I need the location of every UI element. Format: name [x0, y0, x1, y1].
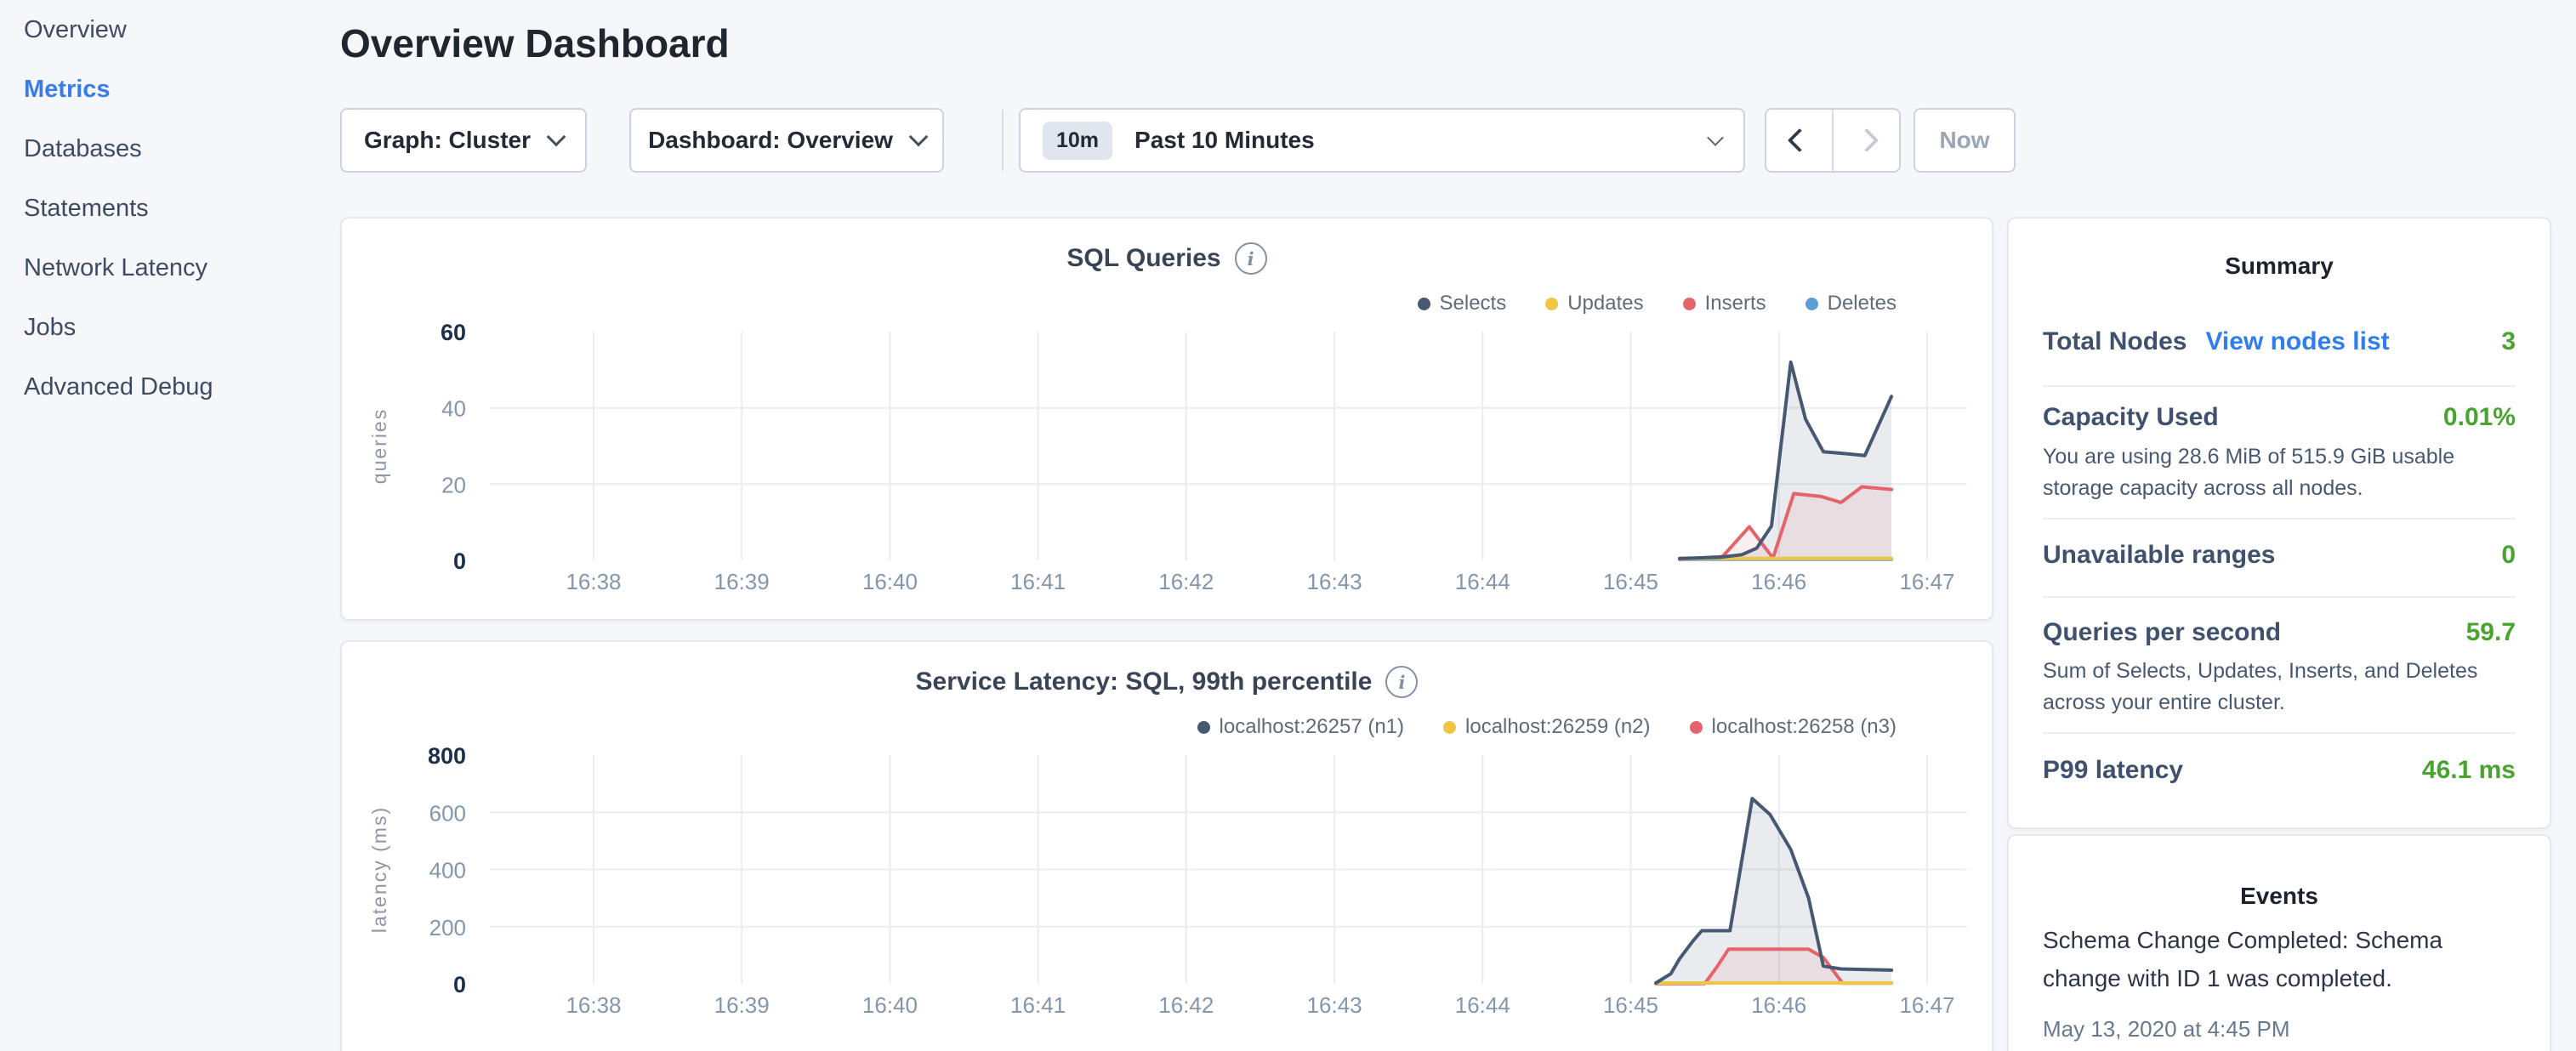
svg-text:16:41: 16:41 [1010, 569, 1066, 594]
svg-text:16:44: 16:44 [1455, 992, 1510, 1018]
summary-row-unavailable-ranges: Unavailable ranges 0 [2043, 541, 2516, 570]
svg-text:16:46: 16:46 [1751, 992, 1806, 1018]
summary-row-value: 0.01% [2443, 403, 2516, 432]
sql-queries-chart: 0 20 40 60 16:38 16:39 16:40 16:41 16:42 16:43 16:… [342, 219, 1995, 622]
chevron-left-icon [1787, 128, 1811, 152]
summary-row-label: Total Nodes [2043, 327, 2186, 356]
dashboard-dropdown-label: Dashboard: Overview [648, 127, 893, 154]
svg-text:16:38: 16:38 [566, 569, 621, 594]
svg-text:16:45: 16:45 [1603, 569, 1658, 594]
svg-text:latency (ms): latency (ms) [368, 806, 390, 933]
summary-row-description: Sum of Selects, Updates, Inserts, and De… [2043, 656, 2521, 719]
summary-row-label: Queries per second [2043, 618, 2281, 647]
sidebar-item-metrics[interactable]: Metrics [0, 60, 340, 119]
svg-text:16:42: 16:42 [1158, 569, 1214, 594]
chevron-down-icon [1707, 129, 1724, 146]
sidebar-item-statements[interactable]: Statements [0, 179, 340, 238]
time-window-badge: 10m [1043, 122, 1112, 160]
graph-dropdown[interactable]: Graph: Cluster [340, 108, 587, 173]
page-title: Overview Dashboard [340, 20, 730, 66]
dashboard-dropdown[interactable]: Dashboard: Overview [629, 108, 944, 173]
sidebar-item-databases[interactable]: Databases [0, 119, 340, 179]
svg-text:600: 600 [429, 800, 466, 826]
sidebar: Overview Metrics Databases Statements Ne… [0, 0, 340, 417]
summary-row-p99-latency: P99 latency 46.1 ms [2043, 756, 2516, 785]
summary-row-label: Capacity Used [2043, 403, 2219, 432]
summary-title: Summary [2009, 253, 2550, 280]
svg-text:16:44: 16:44 [1455, 569, 1510, 594]
svg-text:16:39: 16:39 [714, 992, 770, 1018]
svg-text:60: 60 [441, 320, 466, 345]
summary-row-label: Unavailable ranges [2043, 541, 2275, 570]
divider [2043, 518, 2516, 520]
svg-text:16:43: 16:43 [1307, 992, 1362, 1018]
events-panel: Events Schema Change Completed: Schema c… [2007, 834, 2551, 1051]
svg-text:800: 800 [428, 743, 466, 769]
svg-text:16:40: 16:40 [862, 569, 918, 594]
summary-row-description: You are using 28.6 MiB of 515.9 GiB usab… [2043, 441, 2521, 504]
summary-row-value: 0 [2501, 541, 2516, 570]
summary-row-label: P99 latency [2043, 756, 2183, 785]
service-latency-chart: 0 200 400 600 800 16:38 16:39 16:40 16:41 16:42 16… [342, 642, 1995, 1046]
svg-text:16:43: 16:43 [1307, 569, 1362, 594]
svg-text:16:46: 16:46 [1751, 569, 1806, 594]
divider [2043, 732, 2516, 734]
view-nodes-list-link[interactable]: View nodes list [2205, 327, 2389, 356]
chevron-down-icon [909, 128, 929, 147]
divider [2043, 385, 2516, 387]
svg-text:0: 0 [453, 972, 466, 997]
chevron-down-icon [547, 128, 566, 147]
chevron-right-icon [1854, 128, 1878, 152]
svg-text:16:41: 16:41 [1010, 992, 1066, 1018]
svg-text:16:47: 16:47 [1899, 569, 1954, 594]
summary-row-queries-per-second: Queries per second 59.7 [2043, 618, 2516, 647]
time-window-selector[interactable]: 10m Past 10 Minutes [1019, 108, 1745, 173]
svg-text:200: 200 [429, 915, 466, 940]
summary-panel: Summary Total Nodes View nodes list 3 Ca… [2007, 217, 2551, 829]
svg-text:0: 0 [453, 548, 466, 574]
svg-text:16:42: 16:42 [1158, 992, 1214, 1018]
sidebar-item-jobs[interactable]: Jobs [0, 298, 340, 357]
toolbar-divider [1002, 110, 1004, 171]
service-latency-chart-card: Service Latency: SQL, 99th percentile i … [340, 640, 1993, 1051]
overview-dashboard-page: Overview Metrics Databases Statements Ne… [0, 0, 2576, 1051]
sidebar-item-network-latency[interactable]: Network Latency [0, 238, 340, 298]
svg-text:20: 20 [441, 472, 466, 497]
svg-text:16:47: 16:47 [1899, 992, 1954, 1018]
time-nav-group [1765, 108, 1901, 173]
svg-text:16:38: 16:38 [566, 992, 621, 1018]
svg-text:400: 400 [429, 858, 466, 883]
sql-queries-chart-card: SQL Queries i SelectsUpdatesInsertsDelet… [340, 217, 1993, 621]
time-next-button[interactable] [1832, 110, 1899, 171]
svg-text:16:39: 16:39 [714, 569, 770, 594]
graph-dropdown-label: Graph: Cluster [364, 127, 531, 154]
now-button[interactable]: Now [1914, 108, 2016, 173]
events-title: Events [2009, 883, 2550, 910]
time-window-label: Past 10 Minutes [1134, 127, 1315, 154]
svg-text:16:45: 16:45 [1603, 992, 1658, 1018]
svg-text:queries: queries [368, 408, 390, 484]
summary-row-total-nodes: Total Nodes View nodes list 3 [2043, 327, 2516, 356]
divider [2043, 596, 2516, 598]
svg-text:40: 40 [441, 396, 466, 422]
summary-row-value: 46.1 ms [2422, 756, 2516, 785]
sidebar-item-advanced-debug[interactable]: Advanced Debug [0, 357, 340, 417]
summary-row-value: 3 [2501, 327, 2516, 356]
sidebar-item-overview[interactable]: Overview [0, 0, 340, 60]
event-timestamp: May 13, 2020 at 4:45 PM [2043, 1016, 2290, 1042]
summary-row-capacity-used: Capacity Used 0.01% [2043, 403, 2516, 432]
event-message[interactable]: Schema Change Completed: Schema change w… [2043, 921, 2451, 997]
time-prev-button[interactable] [1766, 110, 1832, 171]
summary-row-value: 59.7 [2466, 618, 2516, 647]
now-button-label: Now [1939, 127, 1989, 154]
svg-text:16:40: 16:40 [862, 992, 918, 1018]
